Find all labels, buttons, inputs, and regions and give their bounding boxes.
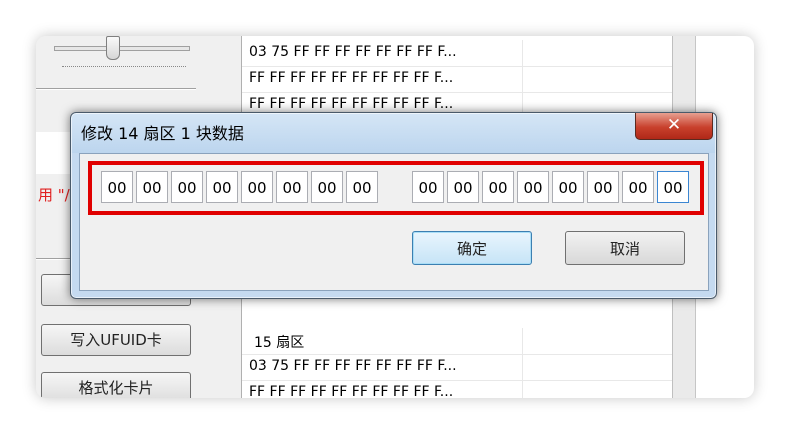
hex-byte-input[interactable]: 00 [447,171,479,203]
hex-byte-input[interactable]: 00 [552,171,584,203]
dialog-body: 00 00 00 00 00 00 00 00 00 00 00 00 00 0… [79,153,709,291]
write-ufuid-button[interactable]: 写入UFUID卡 [41,324,191,356]
list-item[interactable]: 03 75 FF FF FF FF FF FF FF F... [242,354,672,381]
hex-byte-input[interactable]: 00 [241,171,273,203]
hint-text: 用 "/ [38,186,70,204]
format-card-button[interactable]: 格式化卡片 [41,372,191,398]
hex-byte-input[interactable]: 00 [101,171,133,203]
hex-byte-input[interactable]: 00 [482,171,514,203]
hex-byte-input[interactable]: 00 [412,171,444,203]
hex-byte-input[interactable]: 00 [622,171,654,203]
slider-ticks [62,66,186,71]
list-item[interactable]: FF FF FF FF FF FF FF FF FF F... [242,66,672,93]
close-icon: ✕ [666,115,682,135]
ok-button[interactable]: 确定 [412,231,532,265]
hex-byte-input[interactable]: 00 [346,171,378,203]
hex-byte-input[interactable]: 00 [171,171,203,203]
slider-thumb[interactable] [106,36,120,60]
hex-byte-input[interactable]: 00 [136,171,168,203]
list-item[interactable]: 03 75 FF FF FF FF FF FF FF F... [242,40,672,67]
hex-byte-input[interactable]: 00 [276,171,308,203]
hex-byte-input[interactable]: 00 [517,171,549,203]
hex-byte-input-focused[interactable]: 00 [657,171,689,203]
slider-track[interactable] [54,46,190,51]
hex-byte-input[interactable]: 00 [206,171,238,203]
divider [36,88,196,90]
dialog-title: 修改 14 扇区 1 块数据 [81,124,244,143]
hex-byte-input[interactable]: 00 [311,171,343,203]
hex-byte-input[interactable]: 00 [587,171,619,203]
edit-block-dialog: 修改 14 扇区 1 块数据 ✕ 00 00 00 00 00 00 00 00… [70,112,717,299]
close-button[interactable]: ✕ [635,113,713,140]
cancel-button[interactable]: 取消 [565,231,685,265]
list-item[interactable]: FF FF FF FF FF FF FF FF FF F... [242,380,672,398]
list-item-sector-header[interactable]: 15 扇区 [242,328,672,355]
